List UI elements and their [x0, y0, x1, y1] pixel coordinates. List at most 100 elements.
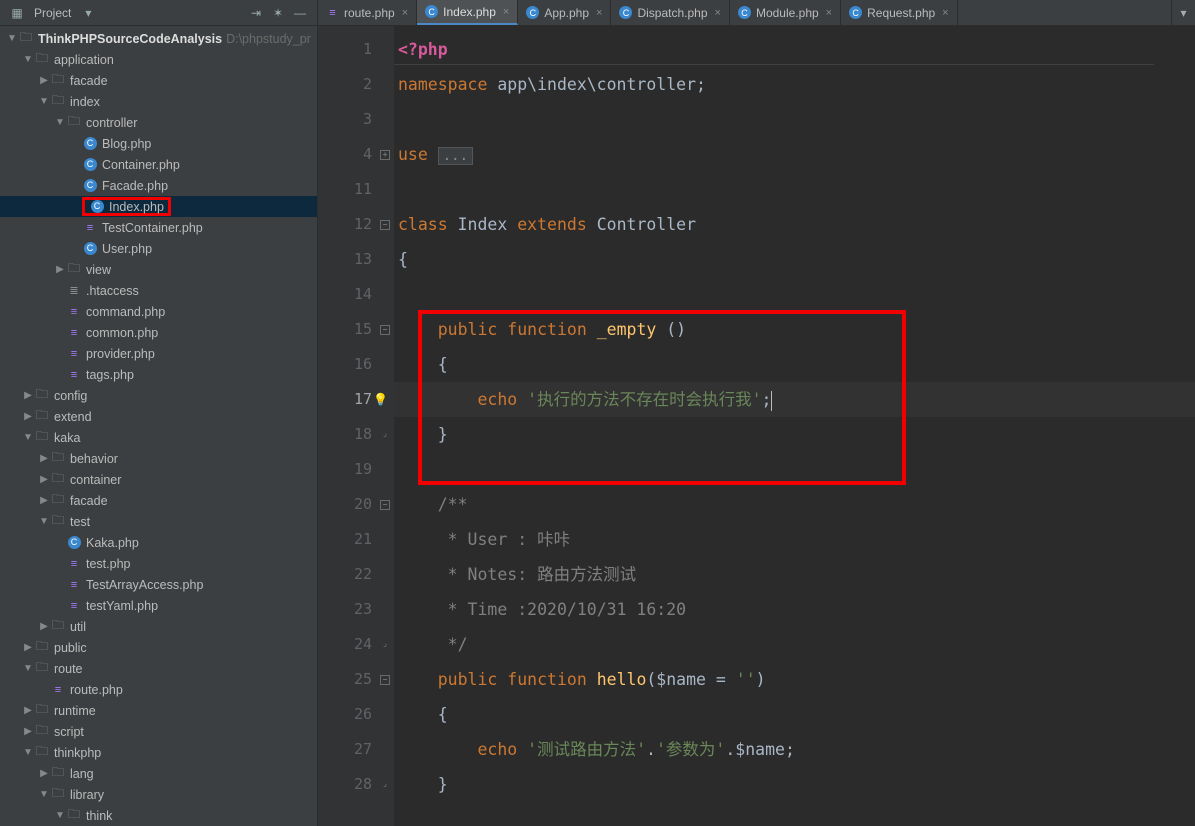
tab-bar: ≡route.php×CIndex.php×CApp.php×CDispatch…: [318, 0, 1195, 26]
chevron-open-icon[interactable]: [22, 54, 34, 65]
editor-tab[interactable]: CRequest.php×: [841, 0, 958, 25]
chevron-open-icon[interactable]: [38, 96, 50, 107]
fold-collapse-icon[interactable]: −: [380, 500, 390, 510]
close-icon[interactable]: ×: [826, 7, 832, 19]
tree-item[interactable]: 🗀facade: [0, 70, 317, 91]
tab-overflow-icon[interactable]: ▾: [1171, 0, 1195, 25]
tree-item[interactable]: 🗀route: [0, 658, 317, 679]
chevron-open-icon[interactable]: [54, 810, 66, 821]
tree-item[interactable]: CIndex.php: [0, 196, 317, 217]
folder-icon: 🗀: [34, 742, 50, 763]
chevron-closed-icon[interactable]: [22, 411, 34, 422]
close-icon[interactable]: ×: [503, 6, 509, 18]
tree-item[interactable]: 🗀config: [0, 385, 317, 406]
line-number: 3: [318, 102, 394, 137]
php-file-icon: ≡: [326, 6, 339, 19]
tree-item[interactable]: CFacade.php: [0, 175, 317, 196]
collapse-icon[interactable]: ⇥: [247, 4, 265, 22]
tree-item[interactable]: 🗀extend: [0, 406, 317, 427]
tree-item[interactable]: 🗀behavior: [0, 448, 317, 469]
editor-tab[interactable]: ≡route.php×: [318, 0, 417, 25]
chevron-open-icon[interactable]: [6, 33, 18, 44]
tree-item[interactable]: 🗀index: [0, 91, 317, 112]
close-icon[interactable]: ×: [596, 7, 602, 19]
folder-icon: 🗀: [34, 49, 50, 70]
chevron-closed-icon[interactable]: [38, 768, 50, 779]
tree-item[interactable]: ≡testYaml.php: [0, 595, 317, 616]
project-folder-icon: 🗀: [18, 28, 34, 49]
tree-item[interactable]: ≡tags.php: [0, 364, 317, 385]
folder-icon: 🗀: [50, 448, 66, 469]
line-number: 25−: [318, 662, 394, 697]
tree-item[interactable]: ≡ test.php: [0, 553, 317, 574]
sidebar-title: Project: [28, 4, 77, 22]
tree-item[interactable]: 🗀facade: [0, 490, 317, 511]
tree-item[interactable]: 🗀thinkphp: [0, 742, 317, 763]
chevron-open-icon[interactable]: [22, 663, 34, 674]
tree-item[interactable]: 🗀util: [0, 616, 317, 637]
tree-item[interactable]: 🗀public: [0, 637, 317, 658]
code-pane[interactable]: <?php namespace app\index\controller; us…: [394, 26, 1195, 826]
tree-root[interactable]: 🗀 ThinkPHPSourceCodeAnalysis D:\phpstudy…: [0, 28, 317, 49]
chevron-closed-icon[interactable]: [22, 726, 34, 737]
chevron-closed-icon[interactable]: [38, 474, 50, 485]
chevron-closed-icon[interactable]: [22, 705, 34, 716]
tree-item[interactable]: 🗀view: [0, 259, 317, 280]
tree-item[interactable]: ≡TestArrayAccess.php: [0, 574, 317, 595]
editor-tab[interactable]: CIndex.php×: [417, 0, 518, 25]
tree-item[interactable]: 🗀think: [0, 805, 317, 826]
tree-item[interactable]: 🗀lang: [0, 763, 317, 784]
folder-icon: 🗀: [50, 763, 66, 784]
php-file-icon: ≡: [66, 558, 82, 570]
chevron-open-icon[interactable]: [38, 789, 50, 800]
bulb-icon[interactable]: 💡: [373, 382, 388, 417]
chevron-open-icon[interactable]: [54, 117, 66, 128]
chevron-open-icon[interactable]: [38, 516, 50, 527]
close-icon[interactable]: ×: [715, 7, 721, 19]
tree-item[interactable]: 🗀kaka: [0, 427, 317, 448]
tree-item[interactable]: 🗀runtime: [0, 700, 317, 721]
tree-item[interactable]: 🗀container: [0, 469, 317, 490]
close-icon[interactable]: ×: [942, 7, 948, 19]
fold-collapse-icon[interactable]: −: [380, 325, 390, 335]
tree-item[interactable]: ≡route.php: [0, 679, 317, 700]
tree-item[interactable]: ≡TestContainer.php: [0, 217, 317, 238]
minimize-icon[interactable]: —: [291, 4, 309, 22]
project-tree[interactable]: 🗀 ThinkPHPSourceCodeAnalysis D:\phpstudy…: [0, 26, 317, 826]
chevron-closed-icon[interactable]: [38, 495, 50, 506]
tree-item[interactable]: ≡command.php: [0, 301, 317, 322]
close-icon[interactable]: ×: [402, 7, 408, 19]
chevron-closed-icon[interactable]: [22, 642, 34, 653]
tree-item[interactable]: CBlog.php: [0, 133, 317, 154]
tree-item[interactable]: CKaka.php: [0, 532, 317, 553]
dropdown-icon[interactable]: ▾: [79, 4, 97, 22]
fold-collapse-icon[interactable]: −: [380, 220, 390, 230]
tab-label: Dispatch.php: [637, 6, 707, 20]
tree-item[interactable]: ≡common.php: [0, 322, 317, 343]
tree-item[interactable]: 🗀test: [0, 511, 317, 532]
tree-item[interactable]: 🗀script: [0, 721, 317, 742]
tree-item[interactable]: CUser.php: [0, 238, 317, 259]
folded-region[interactable]: ...: [438, 147, 473, 165]
tree-item[interactable]: 🗀controller: [0, 112, 317, 133]
chevron-open-icon[interactable]: [22, 432, 34, 443]
editor-tab[interactable]: CDispatch.php×: [611, 0, 729, 25]
chevron-closed-icon[interactable]: [38, 75, 50, 86]
fold-expand-icon[interactable]: +: [380, 150, 390, 160]
tree-item[interactable]: ≡provider.php: [0, 343, 317, 364]
fold-collapse-icon[interactable]: −: [380, 675, 390, 685]
tree-item[interactable]: CContainer.php: [0, 154, 317, 175]
chevron-closed-icon[interactable]: [38, 621, 50, 632]
chevron-closed-icon[interactable]: [22, 390, 34, 401]
tree-item[interactable]: 🗀application: [0, 49, 317, 70]
tree-item[interactable]: ≣.htaccess: [0, 280, 317, 301]
chevron-open-icon[interactable]: [22, 747, 34, 758]
tree-item[interactable]: 🗀library: [0, 784, 317, 805]
tree-item-label: test.php: [86, 557, 130, 571]
editor-tab[interactable]: CModule.php×: [730, 0, 841, 25]
code-editor[interactable]: 1234+1112−131415−1617💡18⌟1920−21222324⌟2…: [318, 26, 1195, 826]
gear-icon[interactable]: ✶: [269, 4, 287, 22]
editor-tab[interactable]: CApp.php×: [518, 0, 611, 25]
chevron-closed-icon[interactable]: [54, 264, 66, 275]
chevron-closed-icon[interactable]: [38, 453, 50, 464]
